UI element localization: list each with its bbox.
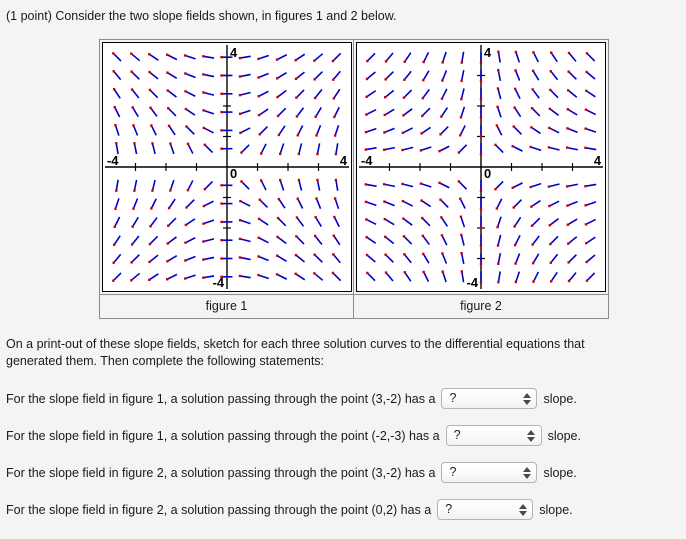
chevron-down-icon <box>522 473 531 479</box>
statement-4-text-after: slope. <box>539 502 573 517</box>
chevron-down-icon <box>518 510 527 516</box>
svg-text:4: 4 <box>230 45 238 60</box>
svg-text:4: 4 <box>340 153 348 168</box>
svg-text:0: 0 <box>484 166 491 181</box>
chevron-down-icon <box>522 399 531 405</box>
slope-select-1[interactable]: ? <box>441 388 538 409</box>
svg-text:-4: -4 <box>213 275 225 290</box>
instructions-line-2: generated them. Then complete the follow… <box>6 354 325 368</box>
slope-select-2-value: ? <box>453 428 461 442</box>
problem-page: (1 point) Consider the two slope fields … <box>0 0 686 539</box>
svg-text:-4: -4 <box>107 153 119 168</box>
statement-row-1: For the slope field in figure 1, a solut… <box>6 388 577 409</box>
instructions-line-1: On a print-out of these slope fields, sk… <box>6 337 585 351</box>
statement-1-text-after: slope. <box>543 391 577 406</box>
chevron-up-icon <box>522 392 531 398</box>
statement-2-text-before: For the slope field in figure 1, a solut… <box>6 428 440 443</box>
statement-3-text-before: For the slope field in figure 2, a solut… <box>6 465 436 480</box>
svg-text:4: 4 <box>594 153 602 168</box>
slope-field-plot-2: 4 -4 -4 4 0 <box>356 42 606 292</box>
statement-2-text-after: slope. <box>547 428 581 443</box>
statement-row-2: For the slope field in figure 1, a solut… <box>6 425 581 446</box>
statement-3-text-after: slope. <box>543 465 577 480</box>
slope-select-4[interactable]: ? <box>437 499 534 520</box>
svg-text:4: 4 <box>484 45 492 60</box>
slope-select-4-value: ? <box>445 502 453 516</box>
figure-2-caption: figure 2 <box>354 295 608 318</box>
chevron-up-icon <box>527 429 536 435</box>
chevron-down-icon <box>527 436 536 442</box>
figures-table: 4 -4 -4 4 0 4 -4 -4 4 0 figure 1 figure 2 <box>99 39 609 319</box>
statement-4-text-before: For the slope field in figure 2, a solut… <box>6 502 432 517</box>
stepper-icon[interactable] <box>518 502 527 518</box>
figure-1-caption: figure 1 <box>100 295 354 318</box>
statement-row-3: For the slope field in figure 2, a solut… <box>6 462 577 483</box>
figures-caption-row: figure 1 figure 2 <box>100 294 608 318</box>
svg-text:-4: -4 <box>467 275 479 290</box>
slope-select-3[interactable]: ? <box>441 462 538 483</box>
statement-1-text-before: For the slope field in figure 1, a solut… <box>6 391 436 406</box>
slope-select-1-value: ? <box>449 391 457 405</box>
svg-text:-4: -4 <box>361 153 373 168</box>
figure-1-cell: 4 -4 -4 4 0 <box>100 40 354 294</box>
chevron-up-icon <box>518 503 527 509</box>
problem-statement: (1 point) Consider the two slope fields … <box>6 9 397 23</box>
slope-field-plot-1: 4 -4 -4 4 0 <box>102 42 352 292</box>
figure-2-cell: 4 -4 -4 4 0 <box>354 40 608 294</box>
svg-text:0: 0 <box>230 166 237 181</box>
stepper-icon[interactable] <box>522 391 531 407</box>
slope-select-2[interactable]: ? <box>445 425 542 446</box>
stepper-icon[interactable] <box>522 465 531 481</box>
chevron-up-icon <box>522 466 531 472</box>
figures-row: 4 -4 -4 4 0 4 -4 -4 4 0 <box>100 40 608 294</box>
statement-row-4: For the slope field in figure 2, a solut… <box>6 499 573 520</box>
slope-select-3-value: ? <box>449 465 457 479</box>
stepper-icon[interactable] <box>527 428 536 444</box>
